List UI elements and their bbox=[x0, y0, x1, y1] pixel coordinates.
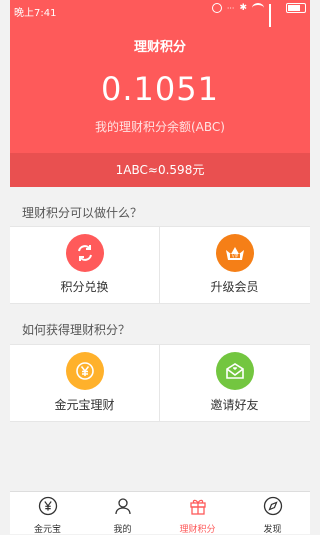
yen-circle-icon bbox=[38, 496, 57, 516]
vip-crown-icon: VIP bbox=[215, 234, 254, 272]
gold-finance-button[interactable]: 金元宝理财 bbox=[10, 345, 160, 421]
exchange-points-button[interactable]: 积分兑换 bbox=[10, 227, 160, 303]
status-time: 晚上7:41 bbox=[14, 8, 57, 19]
upgrade-label: 升级会员 bbox=[210, 280, 259, 294]
section-title-earn: 如何获得理财积分？ bbox=[22, 323, 131, 337]
section-title-use: 理财积分可以做什么？ bbox=[22, 206, 143, 220]
exchange-rate: 1ABC≈0.598元 bbox=[10, 153, 310, 187]
compass-icon bbox=[263, 496, 282, 516]
gold-finance-label: 金元宝理财 bbox=[54, 398, 115, 412]
invite-label: 邀请好友 bbox=[210, 398, 259, 412]
bottom-tab-bar: 金元宝 我的 理财积分 发现 bbox=[10, 491, 310, 535]
user-icon bbox=[114, 498, 131, 515]
yen-coin-icon bbox=[65, 352, 104, 390]
earn-grid: 金元宝理财 邀请好友 bbox=[10, 344, 310, 422]
battery-icon bbox=[286, 3, 306, 13]
balance-label: 我的理财积分余额(ABC) bbox=[95, 120, 225, 134]
exchange-label: 积分兑换 bbox=[60, 280, 109, 294]
alarm-icon bbox=[211, 3, 222, 13]
upgrade-member-button[interactable]: VIP 升级会员 bbox=[160, 227, 309, 303]
points-balance: 0.1051 bbox=[101, 70, 219, 108]
invite-envelope-icon bbox=[215, 352, 254, 390]
page-title: 理财积分 bbox=[133, 40, 186, 55]
wifi-icon bbox=[252, 3, 264, 13]
tab-gold[interactable]: 金元宝 bbox=[10, 492, 85, 535]
tab-discover-label: 发现 bbox=[263, 525, 282, 535]
tab-mine[interactable]: 我的 bbox=[85, 492, 160, 535]
signal-icon bbox=[269, 4, 281, 27]
bluetooth-icon: ✱ bbox=[239, 3, 247, 13]
status-icons: ··· ✱ bbox=[211, 3, 306, 27]
exchange-icon bbox=[65, 234, 104, 272]
status-bar: 晚上7:41 ··· ✱ bbox=[10, 0, 310, 27]
gift-icon bbox=[189, 499, 206, 515]
tab-mine-label: 我的 bbox=[113, 525, 132, 535]
more-icon: ··· bbox=[226, 3, 235, 13]
tab-points-label: 理财积分 bbox=[179, 525, 216, 535]
tab-points[interactable]: 理财积分 bbox=[160, 492, 235, 535]
tab-gold-label: 金元宝 bbox=[33, 525, 61, 535]
points-header: 晚上7:41 ··· ✱ 理财积分 0.1051 我的理财积分余额(ABC) 1… bbox=[10, 0, 310, 187]
tab-discover[interactable]: 发现 bbox=[235, 492, 310, 535]
svg-text:VIP: VIP bbox=[231, 254, 238, 259]
invite-friends-button[interactable]: 邀请好友 bbox=[160, 345, 309, 421]
use-grid: 积分兑换 VIP 升级会员 bbox=[10, 226, 310, 304]
